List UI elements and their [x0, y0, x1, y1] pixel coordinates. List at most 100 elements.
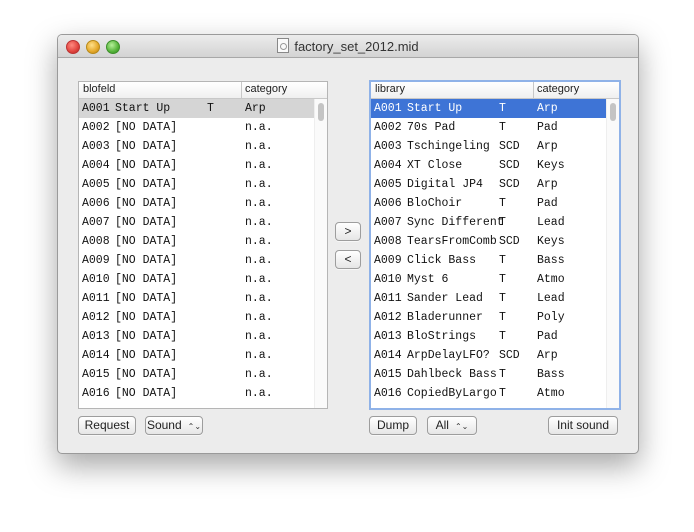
cell-name: Digital JP4 [407, 178, 483, 191]
all-popup[interactable]: All ⌃⌄ [427, 416, 477, 435]
library-scrollbar[interactable] [606, 99, 619, 408]
request-button[interactable]: Request [78, 416, 136, 435]
list-row[interactable]: A001 Start Up T Arp [371, 99, 607, 118]
cell-type: T [499, 102, 506, 115]
cell-num: A014 [82, 349, 110, 362]
column-header-blofeld[interactable]: blofeld [83, 83, 115, 95]
list-row[interactable]: A004 [NO DATA] n.a. [79, 156, 315, 175]
cell-num: A001 [374, 102, 402, 115]
cell-cat: n.a. [245, 330, 273, 343]
cell-num: A016 [374, 387, 402, 400]
cell-name: Myst 6 [407, 273, 449, 286]
cell-cat: Keys [537, 159, 565, 172]
list-row[interactable]: A006 BloChoir T Pad [371, 194, 607, 213]
list-row[interactable]: A007 Sync Different T Lead [371, 213, 607, 232]
cell-cat: n.a. [245, 159, 273, 172]
copy-to-blofeld-button[interactable]: < [335, 250, 361, 269]
cell-cat: n.a. [245, 387, 273, 400]
column-divider [241, 82, 242, 98]
cell-name: TearsFromComb [407, 235, 497, 248]
cell-cat: n.a. [245, 292, 273, 305]
cell-name: ArpDelayLFO? [407, 349, 490, 362]
list-row[interactable]: A009 [NO DATA] n.a. [79, 251, 315, 270]
list-row[interactable]: A012 [NO DATA] n.a. [79, 308, 315, 327]
cell-type: T [499, 330, 506, 343]
cell-name: [NO DATA] [115, 235, 178, 248]
cell-name: [NO DATA] [115, 159, 178, 172]
list-row[interactable]: A014 ArpDelayLFO? SCD Arp [371, 346, 607, 365]
cell-name: Bladerunner [407, 311, 483, 324]
column-header-category[interactable]: category [245, 83, 287, 95]
list-row[interactable]: A003 [NO DATA] n.a. [79, 137, 315, 156]
list-row[interactable]: A002 70s Pad T Pad [371, 118, 607, 137]
cell-type: T [499, 216, 506, 229]
list-row[interactable]: A006 [NO DATA] n.a. [79, 194, 315, 213]
list-row[interactable]: A002 [NO DATA] n.a. [79, 118, 315, 137]
list-row[interactable]: A013 [NO DATA] n.a. [79, 327, 315, 346]
library-list-header: library category [371, 82, 619, 99]
sound-popup[interactable]: Sound ⌃⌄ [145, 416, 203, 435]
cell-num: A013 [374, 330, 402, 343]
init-sound-button[interactable]: Init sound [548, 416, 618, 435]
cell-name: [NO DATA] [115, 311, 178, 324]
window-title-text: factory_set_2012.mid [294, 39, 419, 54]
list-row[interactable]: A007 [NO DATA] n.a. [79, 213, 315, 232]
cell-cat: Bass [537, 254, 565, 267]
column-divider [533, 82, 534, 98]
cell-num: A007 [374, 216, 402, 229]
list-row[interactable]: A005 [NO DATA] n.a. [79, 175, 315, 194]
list-row[interactable]: A011 [NO DATA] n.a. [79, 289, 315, 308]
cell-num: A008 [82, 235, 110, 248]
cell-type: T [499, 387, 506, 400]
list-row[interactable]: A015 [NO DATA] n.a. [79, 365, 315, 384]
cell-cat: n.a. [245, 178, 273, 191]
popup-arrows-icon: ⌃⌄ [187, 422, 202, 431]
cell-type: T [207, 102, 214, 115]
list-row[interactable]: A012 Bladerunner T Poly [371, 308, 607, 327]
scroll-thumb[interactable] [610, 103, 616, 121]
list-row[interactable]: A011 Sander Lead T Lead [371, 289, 607, 308]
list-row[interactable]: A008 [NO DATA] n.a. [79, 232, 315, 251]
list-row[interactable]: A013 BloStrings T Pad [371, 327, 607, 346]
column-header-library[interactable]: library [375, 83, 405, 95]
list-row[interactable]: A016 [NO DATA] n.a. [79, 384, 315, 403]
cell-num: A016 [82, 387, 110, 400]
cell-num: A011 [82, 292, 110, 305]
library-list[interactable]: library category A001 Start Up T Arp A002 70s… [369, 80, 621, 410]
list-row[interactable]: A015 Dahlbeck Bass T Bass [371, 365, 607, 384]
cell-name: Sync Different [407, 216, 504, 229]
cell-cat: n.a. [245, 311, 273, 324]
list-row[interactable]: A003 Tschingeling SCD Arp [371, 137, 607, 156]
title-bar: factory_set_2012.mid [58, 35, 638, 58]
cell-num: A002 [374, 121, 402, 134]
cell-name: CopiedByLargo [407, 387, 497, 400]
list-row[interactable]: A016 CopiedByLargo T Atmo [371, 384, 607, 403]
sound-popup-label: Sound [146, 418, 182, 432]
list-row[interactable]: A005 Digital JP4 SCD Arp [371, 175, 607, 194]
column-header-category[interactable]: category [537, 83, 579, 95]
cell-type: T [499, 254, 506, 267]
cell-cat: n.a. [245, 368, 273, 381]
cell-cat: n.a. [245, 273, 273, 286]
list-row[interactable]: A008 TearsFromComb SCD Keys [371, 232, 607, 251]
list-row[interactable]: A004 XT Close SCD Keys [371, 156, 607, 175]
list-row[interactable]: A010 [NO DATA] n.a. [79, 270, 315, 289]
cell-cat: Atmo [537, 273, 565, 286]
cell-num: A008 [374, 235, 402, 248]
list-row[interactable]: A014 [NO DATA] n.a. [79, 346, 315, 365]
list-row[interactable]: A010 Myst 6 T Atmo [371, 270, 607, 289]
scroll-thumb[interactable] [318, 103, 324, 121]
cell-type: T [499, 197, 506, 210]
copy-to-library-button[interactable]: > [335, 222, 361, 241]
list-row[interactable]: A009 Click Bass T Bass [371, 251, 607, 270]
blofeld-list[interactable]: blofeld category A001 Start Up T Arp A002 [NO… [78, 81, 328, 409]
cell-cat: Pad [537, 197, 558, 210]
cell-name: [NO DATA] [115, 140, 178, 153]
cell-name: BloStrings [407, 330, 477, 343]
cell-num: A006 [82, 197, 110, 210]
dump-button[interactable]: Dump [369, 416, 417, 435]
cell-name: Start Up [115, 102, 171, 115]
cell-cat: n.a. [245, 235, 273, 248]
list-row[interactable]: A001 Start Up T Arp [79, 99, 315, 118]
blofeld-scrollbar[interactable] [314, 99, 327, 408]
